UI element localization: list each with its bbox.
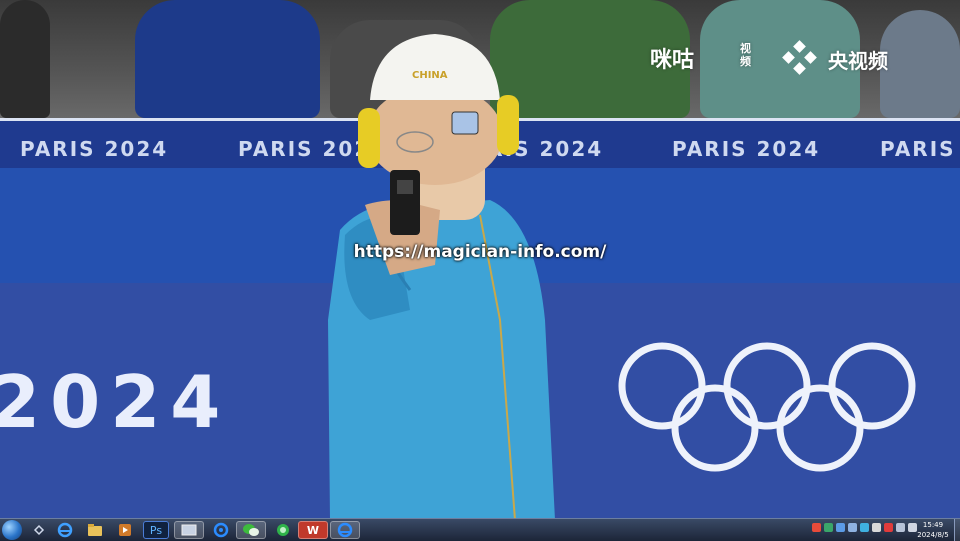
tray-input-icon[interactable] <box>872 523 881 532</box>
tray-flag-icon[interactable] <box>896 523 905 532</box>
tray-app-icon[interactable] <box>812 523 821 532</box>
start-button[interactable] <box>2 520 22 540</box>
video-frame: PARIS 2024 PARIS 2024 PARIS 2024 PARIS 2… <box>0 0 960 518</box>
wechat-icon[interactable] <box>236 521 266 539</box>
migu-logo-sub-a: 视 <box>740 42 751 55</box>
tray-wechat-icon[interactable] <box>824 523 833 532</box>
banner-text: PARIS 2024 <box>880 137 960 161</box>
cap-text: CHINA <box>412 70 448 81</box>
tray-volume-icon[interactable] <box>848 523 857 532</box>
clock-time: 15:49 <box>922 521 944 529</box>
clock-date: 2024/8/5 <box>917 531 949 539</box>
tray-network-icon[interactable] <box>836 523 845 532</box>
active-browser-icon[interactable] <box>330 521 360 539</box>
banner-text: PARIS 2024 <box>672 137 821 161</box>
show-desktop-icon[interactable] <box>26 521 52 539</box>
browser-icon[interactable] <box>208 521 234 539</box>
show-desktop-button[interactable] <box>954 519 960 541</box>
wall-year-text: 2024 <box>0 360 231 444</box>
migu-logo-sub-b: 频 <box>740 55 751 68</box>
file-explorer-icon[interactable] <box>82 521 108 539</box>
banner-text: PARIS 2024 <box>20 137 169 161</box>
tray-security-icon[interactable] <box>884 523 893 532</box>
cctv-video-emblem-icon <box>782 40 817 75</box>
athlete-figure: CHINA <box>328 34 555 518</box>
tray-cloud-icon[interactable] <box>860 523 869 532</box>
cctv-video-logo: 央视频 <box>828 49 888 73</box>
system-tray <box>812 523 917 532</box>
media-player-icon[interactable] <box>112 521 138 539</box>
window-app-icon[interactable] <box>174 521 204 539</box>
migu-logo-text: 咪咕 <box>650 48 695 73</box>
watermark-url: https://magician-info.com/ <box>353 242 607 262</box>
windows-taskbar: Ps W 15:49 2024/8/5 <box>0 518 960 541</box>
ie-browser-icon[interactable] <box>52 521 78 539</box>
photoshop-icon[interactable]: Ps <box>143 521 169 539</box>
olympic-rings-logo <box>618 342 916 472</box>
migu-video-logo: 咪咕 <box>650 42 694 74</box>
taskbar-clock[interactable]: 15:49 2024/8/5 <box>916 520 950 540</box>
wps-icon[interactable]: W <box>298 521 328 539</box>
migu-logo-sub: 视 频 <box>740 42 751 68</box>
green-app-icon[interactable] <box>270 521 296 539</box>
